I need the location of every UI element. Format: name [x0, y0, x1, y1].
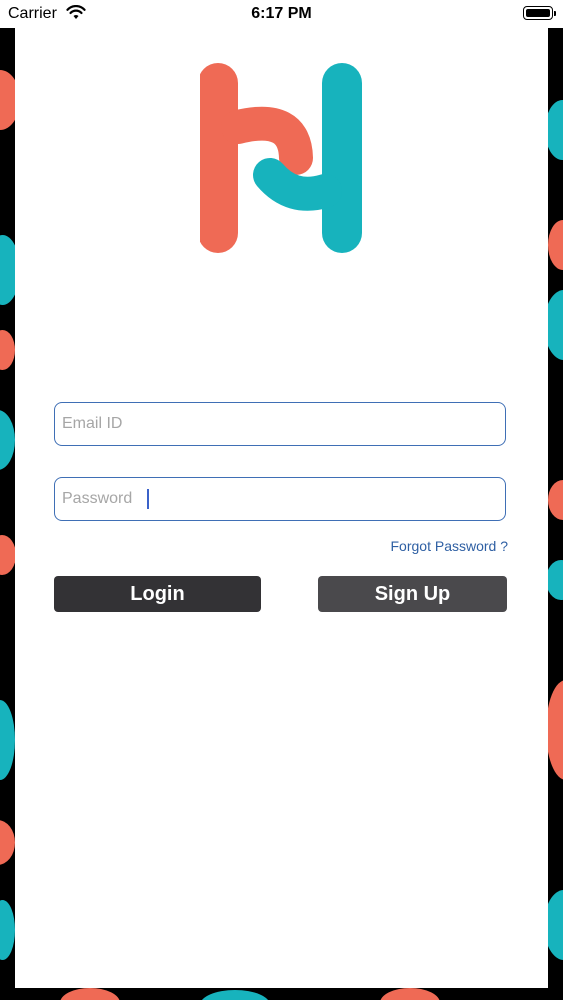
password-field[interactable]	[54, 477, 506, 521]
password-input[interactable]	[60, 489, 505, 509]
h-logo-icon	[200, 63, 362, 253]
login-card: Forgot Password ? Login Sign Up	[15, 28, 548, 988]
login-button[interactable]: Login	[54, 576, 261, 612]
forgot-password-link[interactable]: Forgot Password ?	[391, 538, 509, 554]
signup-button[interactable]: Sign Up	[318, 576, 507, 612]
clock: 6:17 PM	[251, 5, 312, 22]
email-field[interactable]	[54, 402, 506, 446]
text-cursor	[147, 489, 149, 509]
battery-icon	[523, 6, 556, 20]
email-input[interactable]	[60, 414, 505, 434]
status-bar: Carrier 6:17 PM	[0, 0, 563, 28]
